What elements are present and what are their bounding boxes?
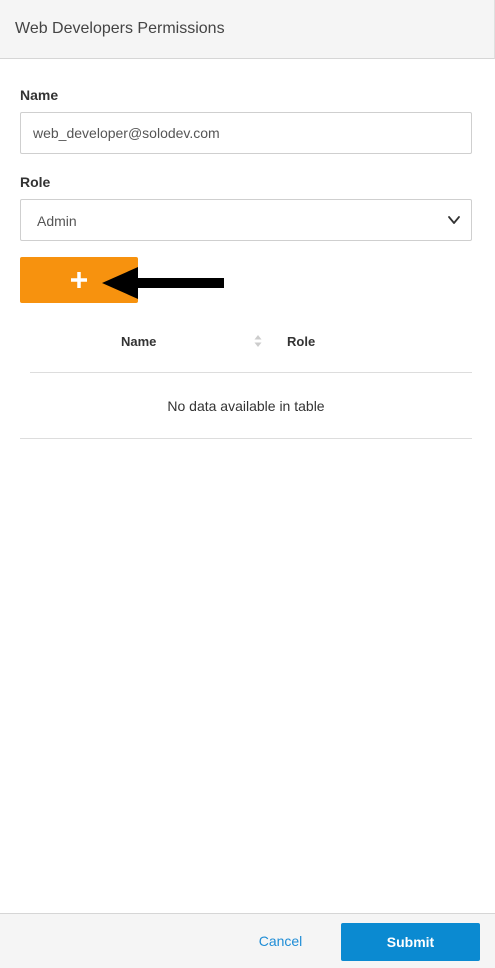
- name-label: Name: [20, 87, 59, 103]
- role-label: Role: [20, 174, 51, 190]
- modal-title: Web Developers Permissions: [15, 20, 225, 37]
- submit-button[interactable]: Submit: [341, 923, 480, 961]
- role-select[interactable]: Admin: [20, 199, 472, 241]
- column-header-role[interactable]: Role: [287, 334, 315, 349]
- cancel-button[interactable]: Cancel: [247, 929, 314, 953]
- plus-icon: [71, 272, 87, 288]
- name-input[interactable]: [20, 112, 472, 154]
- arrow-left-icon: [102, 267, 224, 299]
- role-select-value: Admin: [37, 213, 77, 229]
- empty-table-message: No data available in table: [167, 398, 325, 414]
- table-header-row: Name Role: [30, 320, 472, 373]
- sort-icon[interactable]: [254, 333, 262, 349]
- chevron-down-icon: [448, 216, 460, 224]
- modal-header: Web Developers Permissions: [0, 0, 495, 59]
- table-row: No data available in table: [20, 373, 472, 439]
- column-header-name[interactable]: Name: [121, 334, 156, 349]
- modal-footer: Cancel Submit: [0, 913, 495, 968]
